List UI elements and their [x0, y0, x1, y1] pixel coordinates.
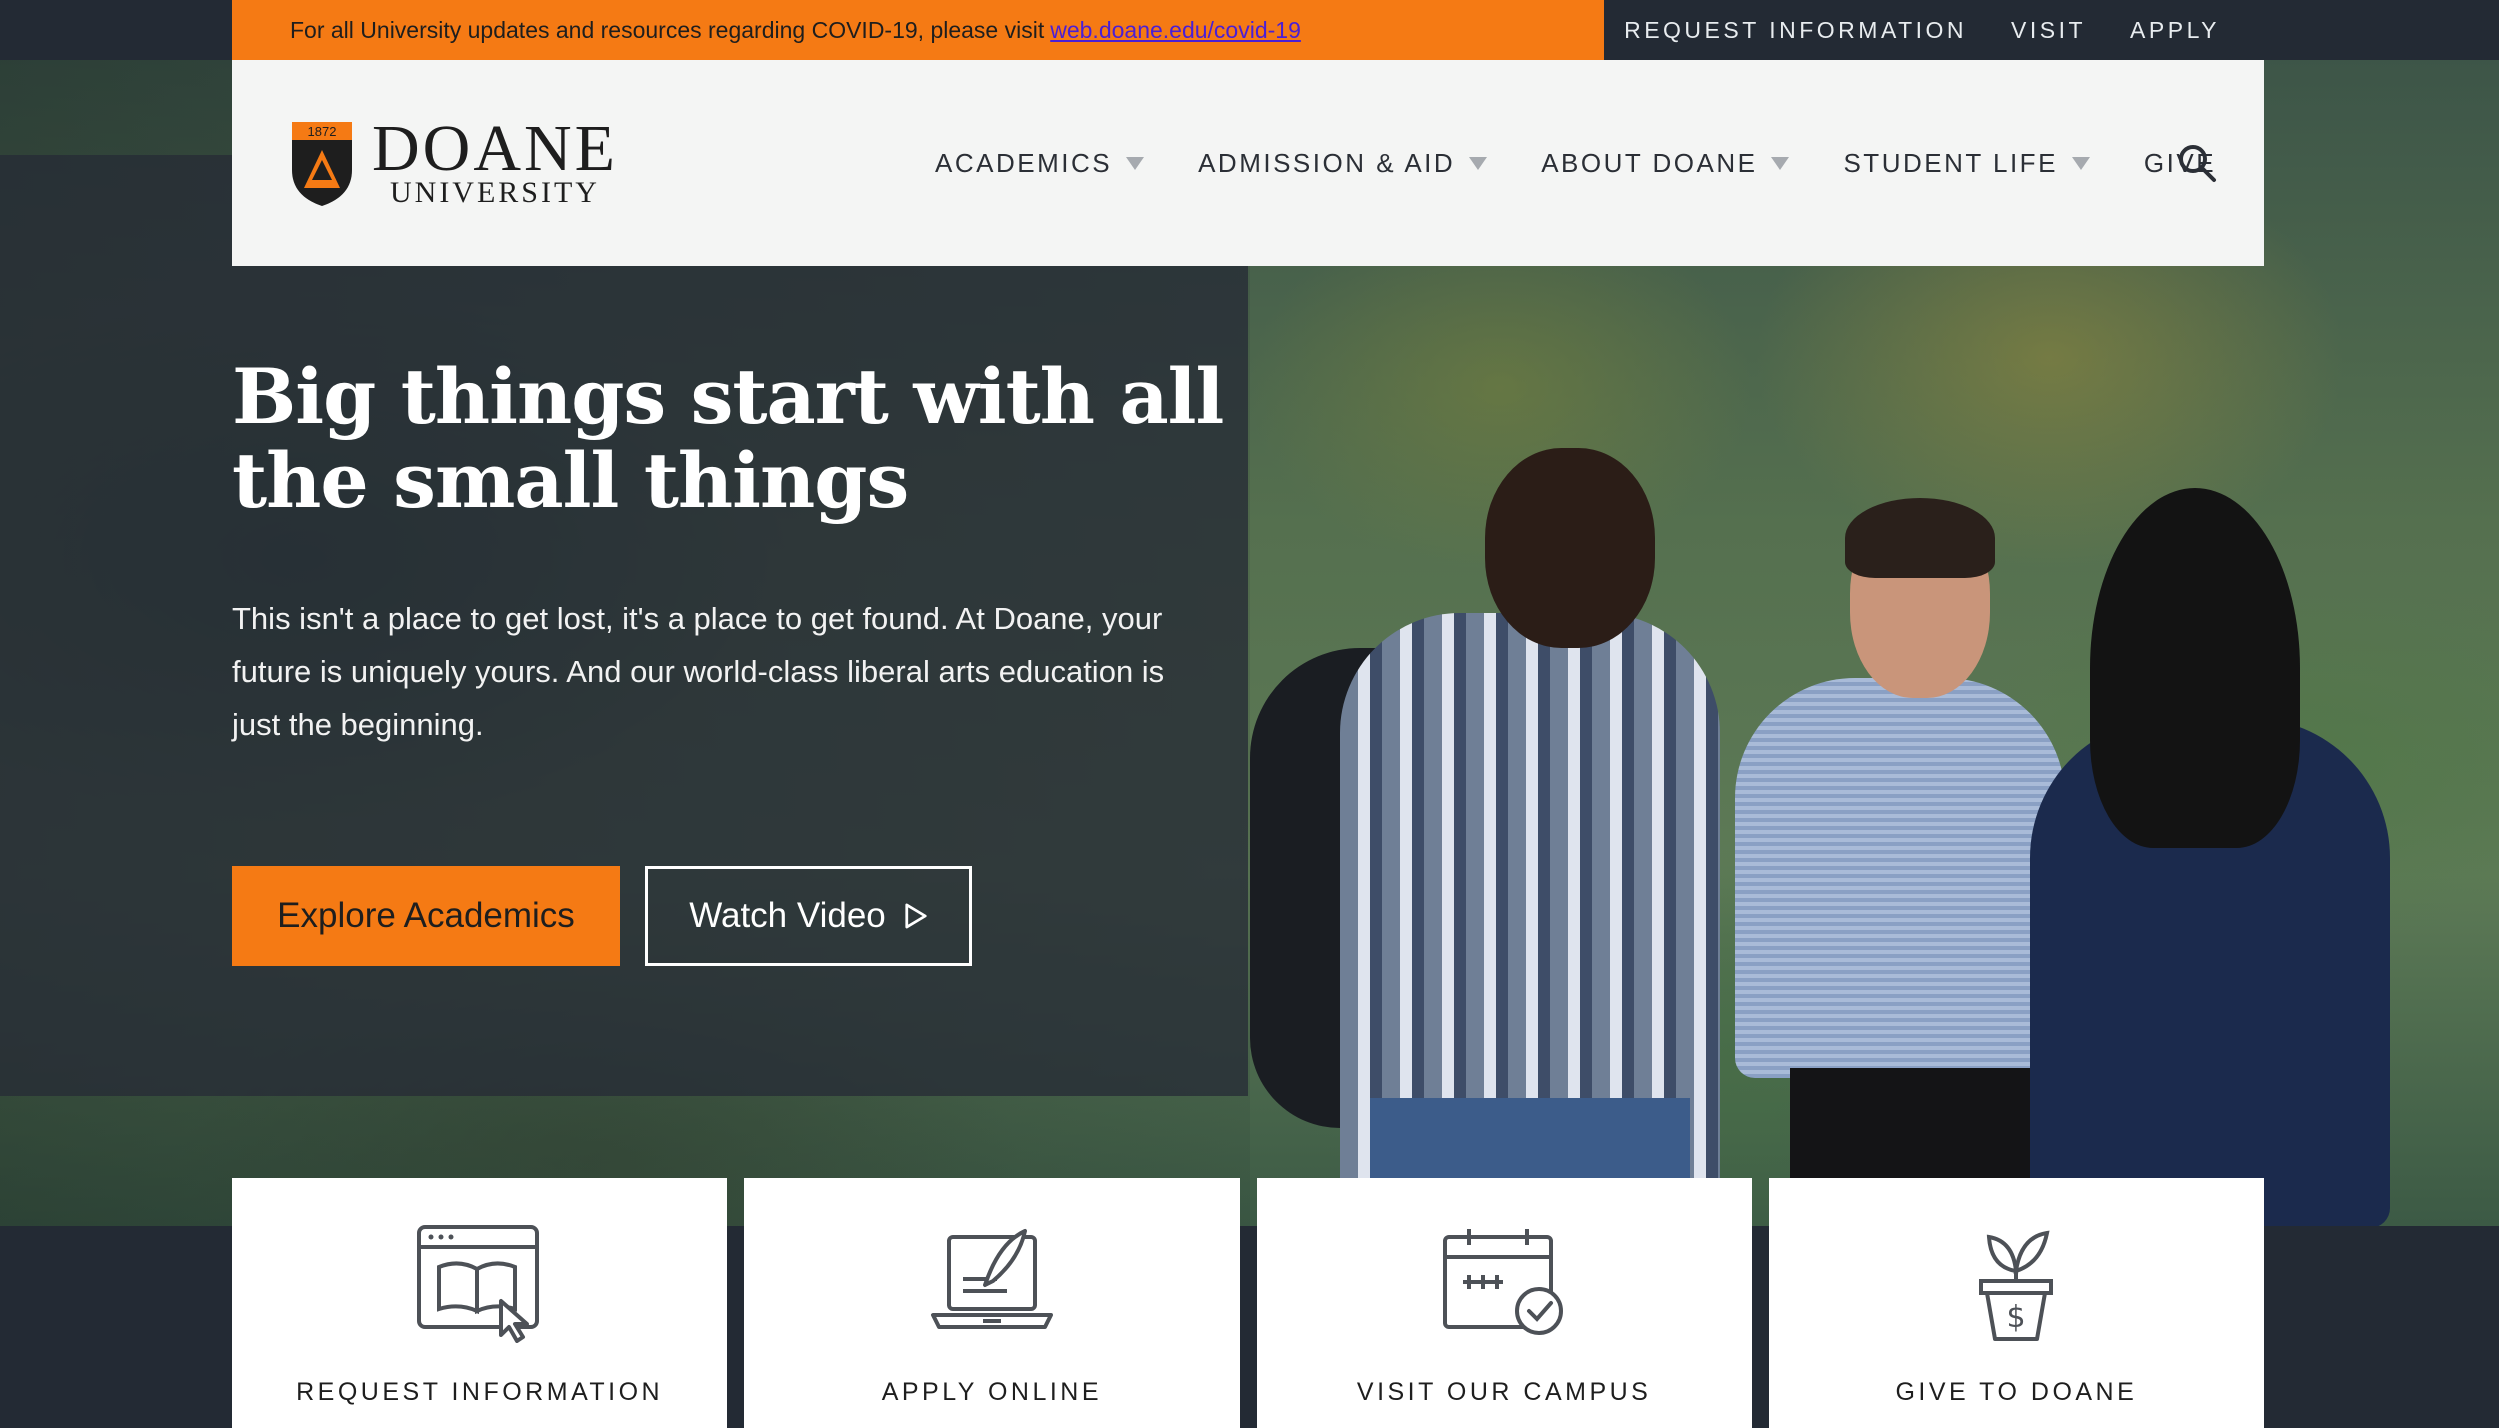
- play-icon: [905, 903, 927, 929]
- watch-video-label: Watch Video: [689, 896, 886, 935]
- student-3-hair: [2090, 488, 2300, 848]
- nav-admission-aid-label: ADMISSION & AID: [1198, 147, 1456, 178]
- hero-title: Big things start with all the small thin…: [232, 355, 1232, 523]
- student-2-hair: [1845, 498, 1995, 578]
- laptop-quill-icon: [930, 1229, 1053, 1329]
- logo-name: DOANE: [372, 112, 618, 185]
- card-visit-our-campus[interactable]: VISIT OUR CAMPUS: [1256, 1178, 1752, 1428]
- quick-links: REQUEST INFORMATION APPLY ONLINE VISIT O…: [232, 1178, 2264, 1428]
- utility-request-information-link[interactable]: REQUEST INFORMATION: [1624, 17, 1967, 44]
- svg-text:$: $: [2007, 1300, 2026, 1335]
- hero-title-line-1: Big things start with all: [232, 352, 1224, 441]
- nav-about-doane-label: ABOUT DOANE: [1541, 147, 1758, 178]
- card-apply-online-label: APPLY ONLINE: [881, 1378, 1103, 1406]
- search-icon: [2179, 145, 2216, 182]
- explore-academics-button[interactable]: Explore Academics: [232, 866, 620, 966]
- utility-nav: REQUEST INFORMATION VISIT APPLY: [1604, 0, 2244, 60]
- main-nav: ACADEMICS ADMISSION & AID ABOUT DOANE ST…: [935, 60, 2216, 266]
- logo-subtitle: UNIVERSITY: [389, 176, 600, 209]
- watch-video-button[interactable]: Watch Video: [645, 866, 972, 966]
- card-request-information[interactable]: REQUEST INFORMATION: [232, 1178, 728, 1428]
- covid-link[interactable]: web.doane.edu/covid-19: [1050, 17, 1301, 44]
- calendar-check-icon: [1443, 1229, 1564, 1335]
- shield-icon: 1872: [290, 120, 354, 208]
- covid-banner-text: For all University updates and resources…: [290, 16, 1045, 43]
- top-utility-bar: For all University updates and resources…: [0, 0, 2499, 60]
- student-1-head: [1485, 448, 1655, 648]
- nav-student-life-label: STUDENT LIFE: [1843, 147, 2058, 178]
- search-button[interactable]: [2176, 142, 2218, 184]
- caret-down-icon: [2071, 156, 2090, 170]
- logo-year: 1872: [308, 124, 337, 139]
- covid-banner: For all University updates and resources…: [232, 0, 1604, 60]
- nav-about-doane[interactable]: ABOUT DOANE: [1541, 147, 1790, 179]
- plant-pot-dollar-icon: $: [1979, 1230, 2054, 1341]
- logo-wordmark: DOANE UNIVERSITY: [372, 112, 618, 209]
- caret-down-icon: [1469, 156, 1488, 170]
- caret-down-icon: [1126, 156, 1145, 170]
- card-give-to-doane-label: GIVE TO DOANE: [1895, 1378, 2138, 1406]
- utility-visit-link[interactable]: VISIT: [2011, 17, 2086, 44]
- doane-logo[interactable]: 1872 DOANE UNIVERSITY: [290, 112, 618, 209]
- card-give-to-doane[interactable]: $ GIVE TO DOANE: [1768, 1178, 2264, 1428]
- card-visit-our-campus-label: VISIT OUR CAMPUS: [1356, 1378, 1652, 1406]
- card-request-information-label: REQUEST INFORMATION: [296, 1378, 664, 1406]
- card-apply-online[interactable]: APPLY ONLINE: [744, 1178, 1240, 1428]
- hero-body-text: This isn't a place to get lost, it's a p…: [232, 601, 1165, 742]
- nav-admission-aid[interactable]: ADMISSION & AID: [1198, 147, 1488, 179]
- nav-academics[interactable]: ACADEMICS: [935, 147, 1145, 179]
- nav-academics-label: ACADEMICS: [935, 147, 1113, 178]
- browser-book-icon: [416, 1225, 539, 1343]
- hero-title-line-2: the small things: [232, 436, 909, 525]
- student-2-shirt: [1735, 678, 2065, 1078]
- caret-down-icon: [1771, 156, 1790, 170]
- utility-apply-link[interactable]: APPLY: [2130, 17, 2220, 44]
- hero-overlay-top: [0, 155, 232, 266]
- site-header: 1872 DOANE UNIVERSITY ACADEMICS ADMISSIO…: [232, 60, 2264, 266]
- nav-student-life[interactable]: STUDENT LIFE: [1843, 147, 2090, 179]
